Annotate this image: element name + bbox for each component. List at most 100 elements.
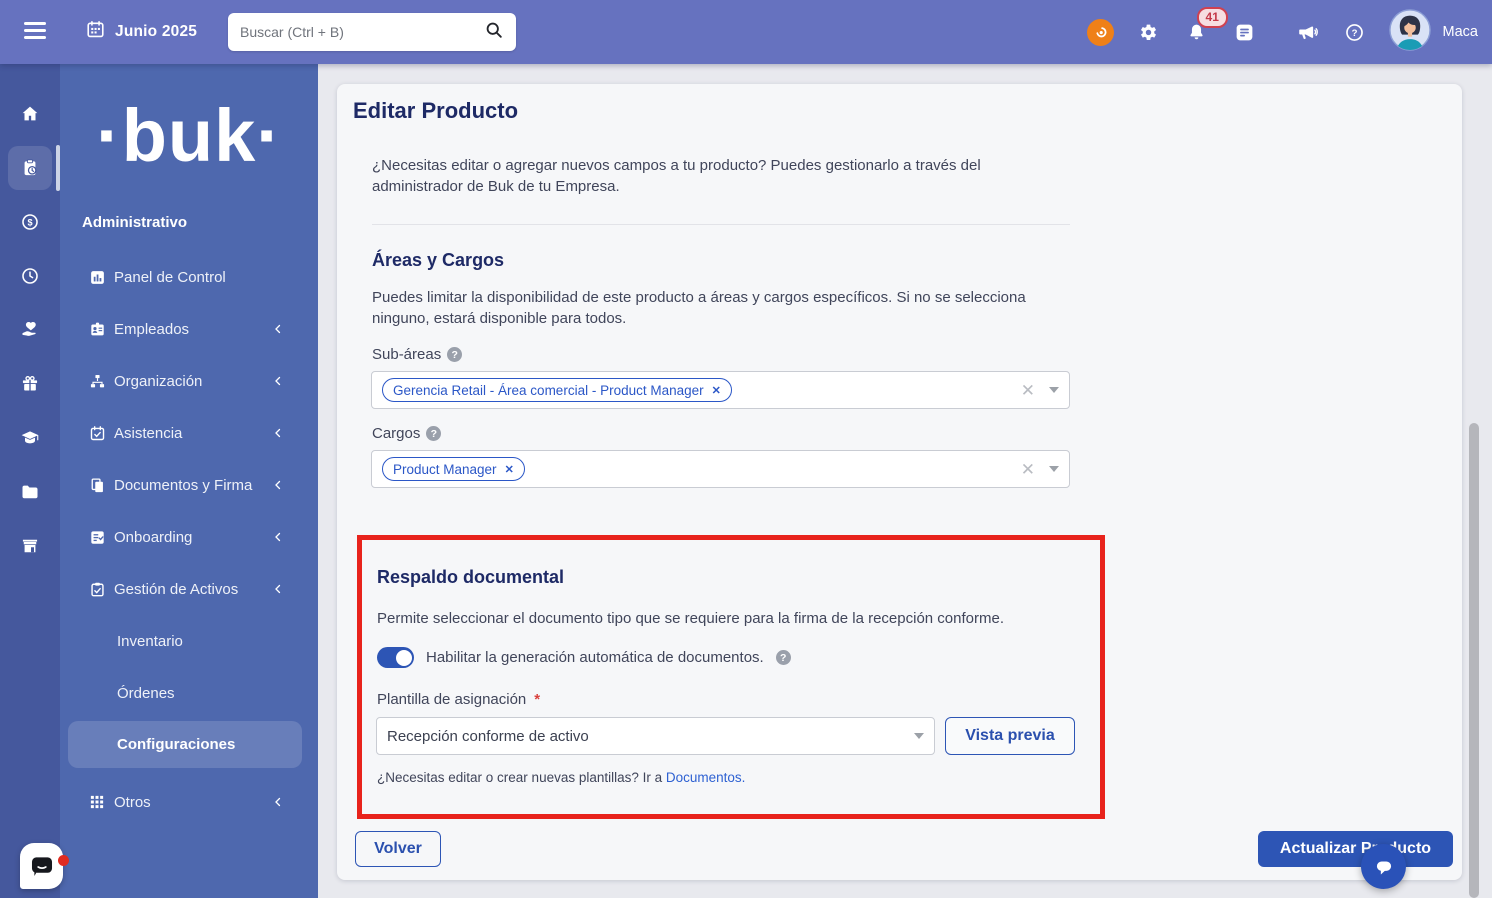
sidebar-item-label: Asistencia <box>114 425 182 442</box>
documents-note-icon[interactable] <box>1221 22 1269 43</box>
rail-gift-icon[interactable] <box>8 362 52 406</box>
rail-training-graduation-cap-icon[interactable] <box>8 416 52 460</box>
areas-cargos-description: Puedes limitar la disponibilidad de este… <box>372 287 1062 329</box>
sidebar-section-label: Administrativo <box>82 214 318 231</box>
bar-chart-icon <box>88 270 106 285</box>
auto-documents-toggle[interactable] <box>377 647 414 668</box>
plantilla-selected-value: Recepción conforme de activo <box>387 728 589 745</box>
rail-home-icon[interactable] <box>8 92 52 136</box>
chat-notification-dot <box>58 855 69 866</box>
period-label[interactable]: Junio 2025 <box>115 23 197 41</box>
chevron-left-icon[interactable] <box>272 427 284 439</box>
clear-select-icon[interactable]: ✕ <box>1021 461 1035 478</box>
actualizar-producto-button[interactable]: Actualizar Producto <box>1258 831 1453 867</box>
edit-product-card: Editar Producto ¿Necesitas editar o agre… <box>337 84 1462 880</box>
chevron-left-icon[interactable] <box>272 323 284 335</box>
rail-assets-clipboard-icon[interactable] <box>8 146 52 190</box>
id-badge-icon <box>88 322 106 337</box>
avatar[interactable] <box>1389 9 1431 56</box>
respaldo-description: Permite seleccionar el documento tipo qu… <box>377 610 1077 627</box>
sidebar-item-label: Onboarding <box>114 529 192 546</box>
sidebar-item-panel-de-control[interactable]: Panel de Control <box>60 251 318 303</box>
sidebar-subitem-configuraciones[interactable]: Configuraciones <box>68 721 302 768</box>
sidebar-item-documentos-y-firma[interactable]: Documentos y Firma <box>60 459 318 511</box>
sidebar-item-label: Otros <box>114 794 151 811</box>
clear-select-icon[interactable]: ✕ <box>1021 382 1035 399</box>
sidebar-item-label: Empleados <box>114 321 189 338</box>
sidebar: ·buk· Administrativo Panel de Control Em… <box>60 64 318 898</box>
page-title: Editar Producto <box>353 98 518 124</box>
announcements-megaphone-icon[interactable] <box>1283 21 1331 43</box>
svg-text:?: ? <box>1352 28 1358 39</box>
subareas-label: Sub-áreas ? <box>372 346 462 363</box>
chevron-left-icon[interactable] <box>272 796 284 808</box>
buk-logo: ·buk· <box>60 88 318 184</box>
sidebar-item-label: Organización <box>114 373 202 390</box>
calendar-check-icon <box>88 426 106 441</box>
sidebar-item-label: Panel de Control <box>114 269 226 286</box>
hamburger-menu-icon[interactable] <box>24 22 46 42</box>
subareas-select[interactable]: Gerencia Retail - Área comercial - Produ… <box>371 371 1070 409</box>
cargos-select[interactable]: Product Manager ✕ ✕ <box>371 450 1070 488</box>
cargos-help-icon[interactable]: ? <box>426 426 441 441</box>
notifications-bell-icon[interactable]: 41 <box>1173 22 1221 43</box>
toggle-help-icon[interactable]: ? <box>776 650 791 665</box>
icon-rail: $ <box>0 64 60 898</box>
sidebar-item-organizacion[interactable]: Organización <box>60 355 318 407</box>
sidebar-subitem-inventario[interactable]: Inventario <box>60 615 318 667</box>
chevron-down-icon[interactable] <box>1049 387 1059 393</box>
chevron-left-icon[interactable] <box>272 531 284 543</box>
remove-tag-icon[interactable]: ✕ <box>505 463 514 476</box>
rail-benefits-hand-heart-icon[interactable] <box>8 308 52 352</box>
chevron-left-icon[interactable] <box>272 479 284 491</box>
chevron-down-icon[interactable] <box>914 733 924 739</box>
search-input[interactable] <box>240 24 484 40</box>
required-asterisk: * <box>534 691 540 708</box>
search-icon[interactable] <box>484 20 504 45</box>
plantilla-label: Plantilla de asignación * <box>377 691 540 708</box>
rail-payroll-dollar-icon[interactable]: $ <box>8 200 52 244</box>
sidebar-item-empleados[interactable]: Empleados <box>60 303 318 355</box>
subareas-help-icon[interactable]: ? <box>447 347 462 362</box>
annotation-highlight-box: Respaldo documental Permite seleccionar … <box>357 535 1105 819</box>
grid-icon <box>88 795 106 809</box>
documentos-link[interactable]: Documentos. <box>666 770 746 785</box>
chevron-left-icon[interactable] <box>272 583 284 595</box>
documents-icon <box>88 478 106 493</box>
sidebar-item-onboarding[interactable]: Onboarding <box>60 511 318 563</box>
rail-files-folder-icon[interactable] <box>8 470 52 514</box>
intro-text: ¿Necesitas editar o agregar nuevos campo… <box>372 156 1012 197</box>
settings-gear-icon[interactable] <box>1125 22 1173 43</box>
subareas-selected-tag: Gerencia Retail - Área comercial - Produ… <box>382 378 732 402</box>
sidebar-item-otros[interactable]: Otros <box>60 776 318 828</box>
volver-button[interactable]: Volver <box>355 831 441 867</box>
plantilla-select[interactable]: Recepción conforme de activo <box>376 717 935 755</box>
list-check-icon <box>88 530 106 545</box>
sidebar-item-gestion-de-activos[interactable]: Gestión de Activos <box>60 563 318 615</box>
org-chart-icon <box>88 374 106 389</box>
help-icon[interactable]: ? <box>1331 22 1379 43</box>
toggle-label: Habilitar la generación automática de do… <box>426 649 764 666</box>
chevron-down-icon[interactable] <box>1049 466 1059 472</box>
scrollbar-thumb[interactable] <box>1469 423 1479 898</box>
search-box[interactable] <box>228 13 516 51</box>
plantillas-help-line: ¿Necesitas editar o crear nuevas plantil… <box>377 770 745 785</box>
chat-widget-button[interactable] <box>20 843 63 889</box>
vista-previa-button[interactable]: Vista previa <box>945 717 1075 755</box>
chevron-left-icon[interactable] <box>272 375 284 387</box>
assistant-icon[interactable] <box>1077 19 1125 46</box>
areas-cargos-heading: Áreas y Cargos <box>372 250 504 271</box>
sidebar-item-asistencia[interactable]: Asistencia <box>60 407 318 459</box>
calendar-icon <box>86 20 105 44</box>
clipboard-check-icon <box>88 582 106 597</box>
respaldo-heading: Respaldo documental <box>377 567 564 588</box>
user-name: Maca <box>1443 24 1478 40</box>
cargos-label: Cargos ? <box>372 425 441 442</box>
sidebar-item-label: Documentos y Firma <box>114 477 252 494</box>
remove-tag-icon[interactable]: ✕ <box>712 384 721 397</box>
user-menu[interactable]: Maca <box>1389 9 1478 56</box>
sidebar-subitem-ordenes[interactable]: Órdenes <box>60 667 318 719</box>
chat-fab-button[interactable] <box>1361 844 1406 889</box>
rail-marketplace-store-icon[interactable] <box>8 524 52 568</box>
rail-time-clock-icon[interactable] <box>8 254 52 298</box>
